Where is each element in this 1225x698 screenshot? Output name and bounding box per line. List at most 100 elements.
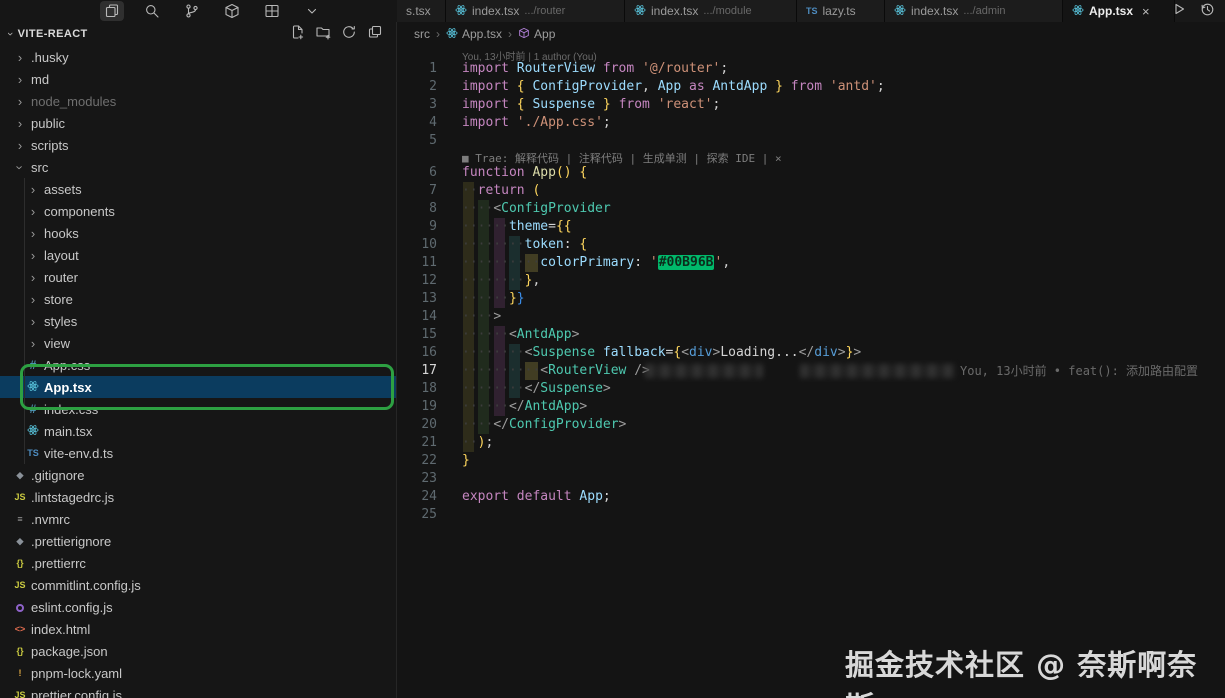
tree-item-router[interactable]: ›router	[0, 266, 396, 288]
tab-lazy.ts[interactable]: TSlazy.ts	[797, 0, 885, 22]
diamond-icon: ◆	[17, 470, 24, 481]
code-token	[509, 79, 517, 94]
code-line-2: import { ConfigProvider, App as AntdApp …	[462, 78, 1225, 96]
inline-git-blame: You, 13小时前 • feat(): 添加路由配置	[960, 362, 1198, 380]
code-token: as	[689, 79, 705, 94]
tree-item-.lintstagedrc.js[interactable]: JS.lintstagedrc.js	[0, 486, 396, 508]
code-token: Suspense	[532, 345, 595, 360]
new-folder-button[interactable]	[312, 23, 334, 45]
code-line-4: import './App.css';	[462, 114, 1225, 132]
tree-item-public[interactable]: ›public	[0, 112, 396, 134]
code-area: ■ Trae: 解释代码 | 注释代码 | 生成单测 | 探索 IDE | × …	[397, 22, 1225, 698]
tree-item-eslint.config.js[interactable]: eslint.config.js	[0, 596, 396, 618]
tree-item-.gitignore[interactable]: ◆.gitignore	[0, 464, 396, 486]
new-file-button[interactable]	[286, 23, 308, 45]
tab-App.tsx[interactable]: App.tsx×	[1063, 0, 1175, 22]
tree-item-.prettierrc[interactable]: {}.prettierrc	[0, 552, 396, 574]
code-token	[509, 115, 517, 130]
tree-item-label: commitlint.config.js	[31, 578, 141, 593]
code-token: (	[532, 183, 540, 198]
tree-item-package.json[interactable]: {} package.json	[0, 640, 396, 662]
tree-item-md[interactable]: ›md	[0, 68, 396, 90]
tree-item-pnpm-lock.yaml[interactable]: !pnpm-lock.yaml	[0, 662, 396, 684]
tree-item-App.tsx[interactable]: App.tsx	[0, 376, 396, 398]
code-token: ;	[713, 97, 721, 112]
tree-item-layout[interactable]: ›layout	[0, 244, 396, 266]
history-button[interactable]	[1197, 1, 1217, 21]
refresh-button[interactable]	[338, 23, 360, 45]
tab-label: index.tsx	[651, 4, 698, 18]
tree-item-label: vite-env.d.ts	[44, 446, 113, 461]
tree-item-view[interactable]: ›view	[0, 332, 396, 354]
tree-item-label: node_modules	[31, 94, 116, 109]
editor-pane[interactable]: src › App.tsx › App You, 13小时前 | 1 autho…	[397, 22, 1225, 698]
list-icon: ≡	[17, 514, 22, 524]
code-token: ,	[722, 255, 730, 270]
code-token: div	[689, 345, 712, 360]
watermark: 掘金技术社区 @ 奈斯啊奈斯_	[845, 642, 1225, 698]
tree-item-label: hooks	[44, 226, 79, 241]
activity-search-button[interactable]	[140, 1, 164, 21]
code-token	[767, 79, 775, 94]
tree-item-prettier.config.js[interactable]: JSprettier.config.js	[0, 684, 396, 698]
code-line-14: ····>	[462, 308, 1225, 326]
tree-item-label: package.json	[31, 644, 108, 659]
code-token: ··	[462, 183, 478, 198]
tab-index.tsx[interactable]: index.tsx.../admin	[885, 0, 1063, 22]
close-icon[interactable]: ×	[1142, 4, 1150, 19]
tree-item-src[interactable]: ›src	[0, 156, 396, 178]
tree-item-styles[interactable]: ›styles	[0, 310, 396, 332]
collapse-all-button[interactable]	[364, 23, 386, 45]
tree-item-main.tsx[interactable]: main.tsx	[0, 420, 396, 442]
code-token: import	[462, 97, 509, 112]
chevron-right-icon: ›	[18, 95, 22, 108]
run-button[interactable]	[1169, 1, 1189, 21]
line-number: 16	[397, 344, 437, 362]
activity-extensions-button[interactable]	[220, 1, 244, 21]
activity-files-button[interactable]	[100, 1, 124, 21]
line-number: 1	[397, 60, 437, 78]
tree-item-.prettierignore[interactable]: ◆.prettierignore	[0, 530, 396, 552]
activity-chevron-down-button[interactable]	[300, 1, 324, 21]
braces-icon: {}	[16, 646, 23, 656]
tree-item-label: App.tsx	[44, 380, 92, 395]
code-line-12: ········},	[462, 272, 1225, 290]
code-token: theme	[509, 219, 548, 234]
tab-index.tsx[interactable]: index.tsx.../router	[446, 0, 625, 22]
tree-item-hooks[interactable]: ›hooks	[0, 222, 396, 244]
activity-grid-button[interactable]	[260, 1, 284, 21]
code-token: ····	[462, 417, 493, 432]
code-token: ;	[877, 79, 885, 94]
code-token: :	[634, 255, 650, 270]
explorer-sidebar: › VITE-REACT ›.husky›md›node_modules›pub…	[0, 22, 397, 698]
color-preview-chip: #00B96B	[658, 255, 715, 270]
chevron-right-icon: ›	[31, 205, 35, 218]
tree-item-index.html[interactable]: <>index.html	[0, 618, 396, 640]
tab-index.tsx[interactable]: index.tsx.../module	[625, 0, 797, 22]
chevron-down-icon[interactable]: ›	[4, 32, 16, 36]
code-token	[509, 61, 517, 76]
line-number: 17	[397, 362, 437, 380]
tree-item-node-modules[interactable]: › node_modules	[0, 90, 396, 112]
code-line-15: ······<AntdApp>	[462, 326, 1225, 344]
tree-item-label: components	[44, 204, 115, 219]
code-token: >	[579, 399, 587, 414]
code-token: default	[517, 489, 572, 504]
tree-item-label: .nvmrc	[31, 512, 70, 527]
code-token: }	[517, 291, 525, 306]
tree-item-commitlint.config.js[interactable]: JScommitlint.config.js	[0, 574, 396, 596]
line-number: 20	[397, 416, 437, 434]
code-token: >	[493, 309, 501, 324]
activity-source-control-button[interactable]	[180, 1, 204, 21]
tree-item-label: assets	[44, 182, 82, 197]
tree-item-assets[interactable]: ›assets	[0, 178, 396, 200]
tree-item-App.css[interactable]: #App.css	[0, 354, 396, 376]
tree-item-index.css[interactable]: #index.css	[0, 398, 396, 420]
tree-item-.nvmrc[interactable]: ≡ .nvmrc	[0, 508, 396, 530]
tree-item-.husky[interactable]: ›.husky	[0, 46, 396, 68]
tab-s.tsx[interactable]: s.tsx	[397, 0, 446, 22]
tree-item-scripts[interactable]: ›scripts	[0, 134, 396, 156]
tree-item-components[interactable]: › components	[0, 200, 396, 222]
tree-item-store[interactable]: ›store	[0, 288, 396, 310]
tree-item-vite-env.d.ts[interactable]: TSvite-env.d.ts	[0, 442, 396, 464]
